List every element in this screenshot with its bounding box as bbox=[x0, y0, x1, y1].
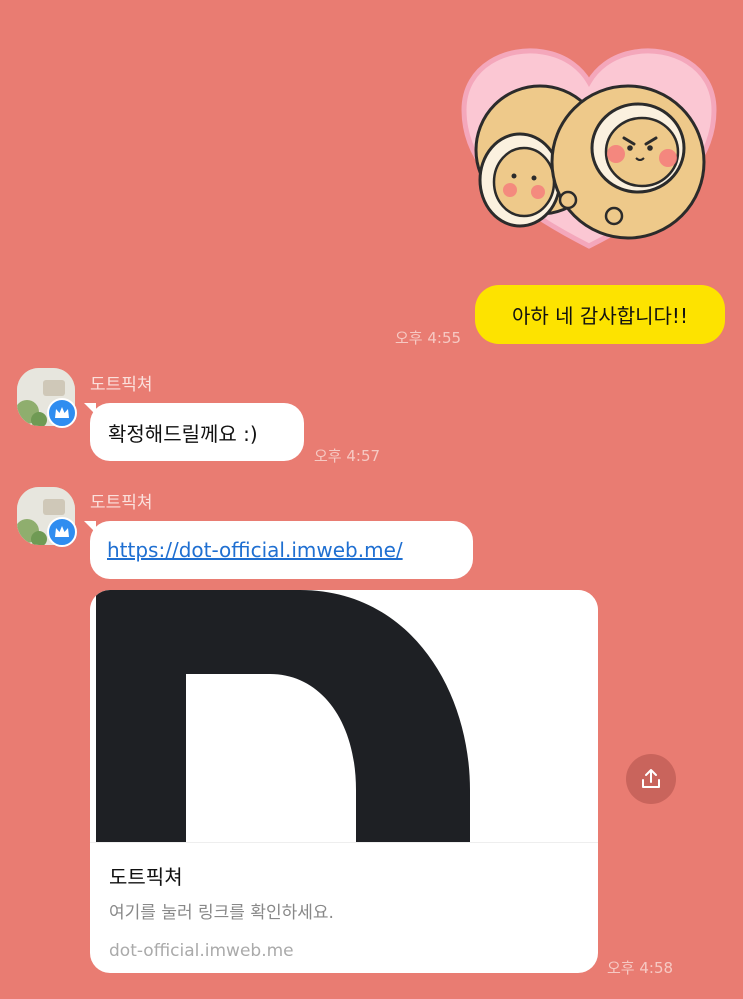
incoming-message-text: 확정해드릴께요 :) bbox=[108, 421, 258, 446]
outgoing-message-bubble[interactable]: 아하 네 감사합니다!! bbox=[475, 285, 725, 344]
crown-icon bbox=[47, 398, 77, 428]
preview-title: 도트픽쳐 bbox=[109, 865, 183, 889]
preview-image: D bbox=[90, 590, 598, 842]
bubble-tail bbox=[84, 521, 96, 533]
link-preview-card[interactable]: D 도트픽쳐 여기를 눌러 링크를 확인하세요. dot-official.im… bbox=[90, 590, 598, 973]
sender-name: 도트픽쳐 bbox=[90, 493, 153, 513]
message-time: 오후 4:57 bbox=[314, 447, 381, 465]
outgoing-message-text: 아하 네 감사합니다!! bbox=[512, 304, 688, 328]
share-button[interactable] bbox=[626, 754, 676, 804]
link-text[interactable]: https://dot-official.imweb.me/ bbox=[107, 538, 403, 562]
preview-domain: dot-official.imweb.me bbox=[109, 941, 294, 961]
heart-sticker-icon[interactable] bbox=[458, 40, 720, 252]
preview-description: 여기를 눌러 링크를 확인하세요. bbox=[109, 903, 334, 923]
link-message-bubble[interactable]: https://dot-official.imweb.me/ bbox=[90, 521, 473, 579]
crown-icon bbox=[47, 517, 77, 547]
incoming-message-bubble[interactable]: 확정해드릴께요 :) bbox=[90, 403, 304, 461]
message-time: 오후 4:58 bbox=[607, 959, 674, 977]
sender-name: 도트픽쳐 bbox=[90, 375, 153, 395]
share-icon bbox=[642, 769, 660, 788]
logo-letter: D bbox=[90, 590, 91, 591]
outgoing-time: 오후 4:55 bbox=[395, 329, 462, 347]
bubble-tail bbox=[84, 403, 96, 415]
